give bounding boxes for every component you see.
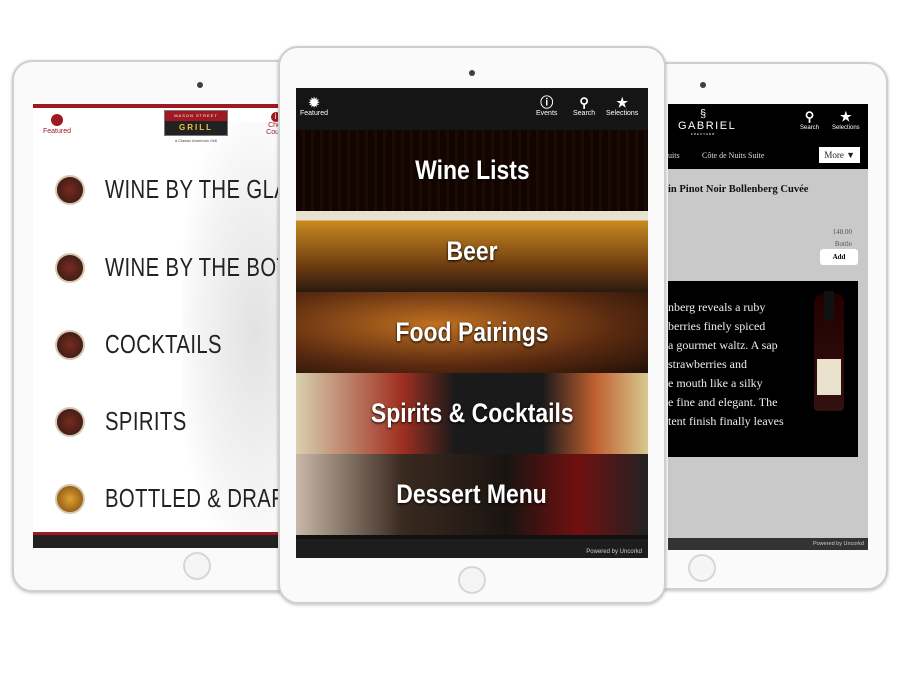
- search-icon: ⚲: [579, 95, 589, 110]
- wine-glass-icon: [55, 174, 85, 205]
- brand-logo: § GABRIEL KREUTHER: [678, 108, 737, 136]
- footer-bar: [33, 532, 293, 548]
- search-label: Search: [573, 110, 596, 117]
- featured-label: Featured: [300, 110, 329, 117]
- camera: [700, 82, 706, 88]
- tile-wine-lists[interactable]: Wine Lists: [296, 130, 648, 211]
- tile-label: Spirits & Cocktails: [370, 398, 574, 428]
- menu-item[interactable]: BOTTLED & DRAFT: [55, 483, 293, 514]
- powered-by: Powered by Uncorkd: [668, 538, 868, 550]
- logo-emblem: §: [699, 108, 707, 120]
- logo-top: MASON STREET: [165, 111, 227, 121]
- featured-button[interactable]: Featured: [37, 114, 77, 135]
- star-icon: ★: [616, 95, 628, 110]
- menu-item-label: WINE BY THE GLAS: [105, 174, 293, 204]
- spirits-icon: [55, 406, 85, 437]
- brand-name: GABRIEL: [678, 120, 737, 132]
- tile-beer[interactable]: Beer: [296, 211, 648, 292]
- wine-bottle-icon: [55, 252, 85, 283]
- tile-food-pairings[interactable]: Food Pairings: [296, 292, 648, 373]
- category-tabs: uits Côte de Nuits Suite More ▼: [668, 144, 868, 169]
- selections-button[interactable]: ★ Selections: [606, 95, 639, 118]
- menu-item-label: SPIRITS: [105, 406, 187, 436]
- menu-item-label: WINE BY THE BOTT: [105, 252, 293, 282]
- logo-tagline: a Classic American Grill: [174, 138, 218, 143]
- price: 148.00: [832, 228, 852, 236]
- tab[interactable]: uits: [668, 151, 680, 160]
- logo-main: GRILL: [165, 121, 227, 135]
- brand-sub: KREUTHER: [690, 132, 716, 136]
- menu-item-label: COCKTAILS: [105, 329, 222, 359]
- search-button[interactable]: ⚲ Search: [573, 95, 596, 118]
- unit: Bottle: [834, 240, 852, 248]
- selections-label: Selections: [606, 110, 639, 117]
- menu-item[interactable]: WINE BY THE BOTT: [55, 252, 293, 283]
- wine-bottle-image: [814, 291, 844, 411]
- featured-label: Featured: [42, 128, 72, 135]
- powered-by: Powered by Uncorkd: [296, 539, 648, 558]
- restaurant-logo: MASON STREET GRILL a Classic American Gril…: [164, 110, 228, 143]
- tile-label: Wine Lists: [414, 155, 530, 185]
- app-header: ✹ Featured ⓘ Events ⚲ Search ★ Selections: [296, 88, 648, 130]
- tile-label: Beer: [446, 236, 498, 266]
- more-dropdown[interactable]: More ▼: [819, 147, 860, 163]
- tile-dessert-menu[interactable]: Dessert Menu: [296, 454, 648, 535]
- tile-spirits-cocktails[interactable]: Spirits & Cocktails: [296, 373, 648, 454]
- search-icon: ⚲: [804, 109, 815, 124]
- right-ipad: § GABRIEL KREUTHER ⚲ Search ★ Selections u…: [648, 62, 888, 590]
- search-label: Search: [800, 125, 820, 131]
- left-ipad: Featured MASON STREET GRILL a Classic Amer…: [12, 60, 302, 592]
- featured-icon: ✹: [308, 95, 320, 110]
- accent-line: [33, 104, 293, 108]
- tile-label: Food Pairings: [395, 317, 549, 347]
- star-icon: ★: [840, 109, 852, 124]
- menu-item[interactable]: SPIRITS: [55, 406, 210, 437]
- menu-item-label: BOTTLED & DRAFT: [105, 483, 293, 513]
- info-icon: ⓘ: [540, 95, 554, 110]
- menu-item[interactable]: WINE BY THE GLAS: [55, 174, 293, 205]
- center-screen: ✹ Featured ⓘ Events ⚲ Search ★ Selections Wi…: [296, 88, 648, 558]
- description-panel: nberg reveals a ruby berries finely spic…: [668, 281, 858, 457]
- search-button[interactable]: ⚲ Search: [800, 109, 820, 132]
- events-label: Events: [536, 110, 558, 117]
- selections-label: Selections: [832, 125, 860, 131]
- home-button[interactable]: [688, 554, 716, 582]
- right-screen: § GABRIEL KREUTHER ⚲ Search ★ Selections u…: [668, 104, 868, 550]
- selections-button[interactable]: ★ Selections: [832, 109, 860, 132]
- add-button[interactable]: Add: [820, 249, 858, 265]
- featured-icon: [51, 114, 63, 126]
- wine-title: in Pinot Noir Bollenberg Cuvée: [668, 184, 809, 195]
- beer-icon: [55, 483, 85, 514]
- camera: [197, 82, 203, 88]
- tile-label: Dessert Menu: [396, 479, 548, 509]
- description-line: tent finish finally leaves: [668, 414, 784, 428]
- center-ipad: ✹ Featured ⓘ Events ⚲ Search ★ Selections Wi…: [278, 46, 666, 604]
- cocktail-icon: [55, 329, 85, 360]
- events-button[interactable]: ⓘ Events: [536, 95, 558, 118]
- camera: [469, 70, 475, 76]
- featured-button[interactable]: ✹ Featured: [300, 95, 329, 118]
- app-header: § GABRIEL KREUTHER ⚲ Search ★ Selections: [668, 104, 868, 144]
- left-screen: Featured MASON STREET GRILL a Classic Amer…: [33, 102, 293, 548]
- tab[interactable]: Côte de Nuits Suite: [702, 151, 764, 160]
- menu-item[interactable]: COCKTAILS: [55, 329, 255, 360]
- home-button[interactable]: [183, 552, 211, 580]
- home-button[interactable]: [458, 566, 486, 594]
